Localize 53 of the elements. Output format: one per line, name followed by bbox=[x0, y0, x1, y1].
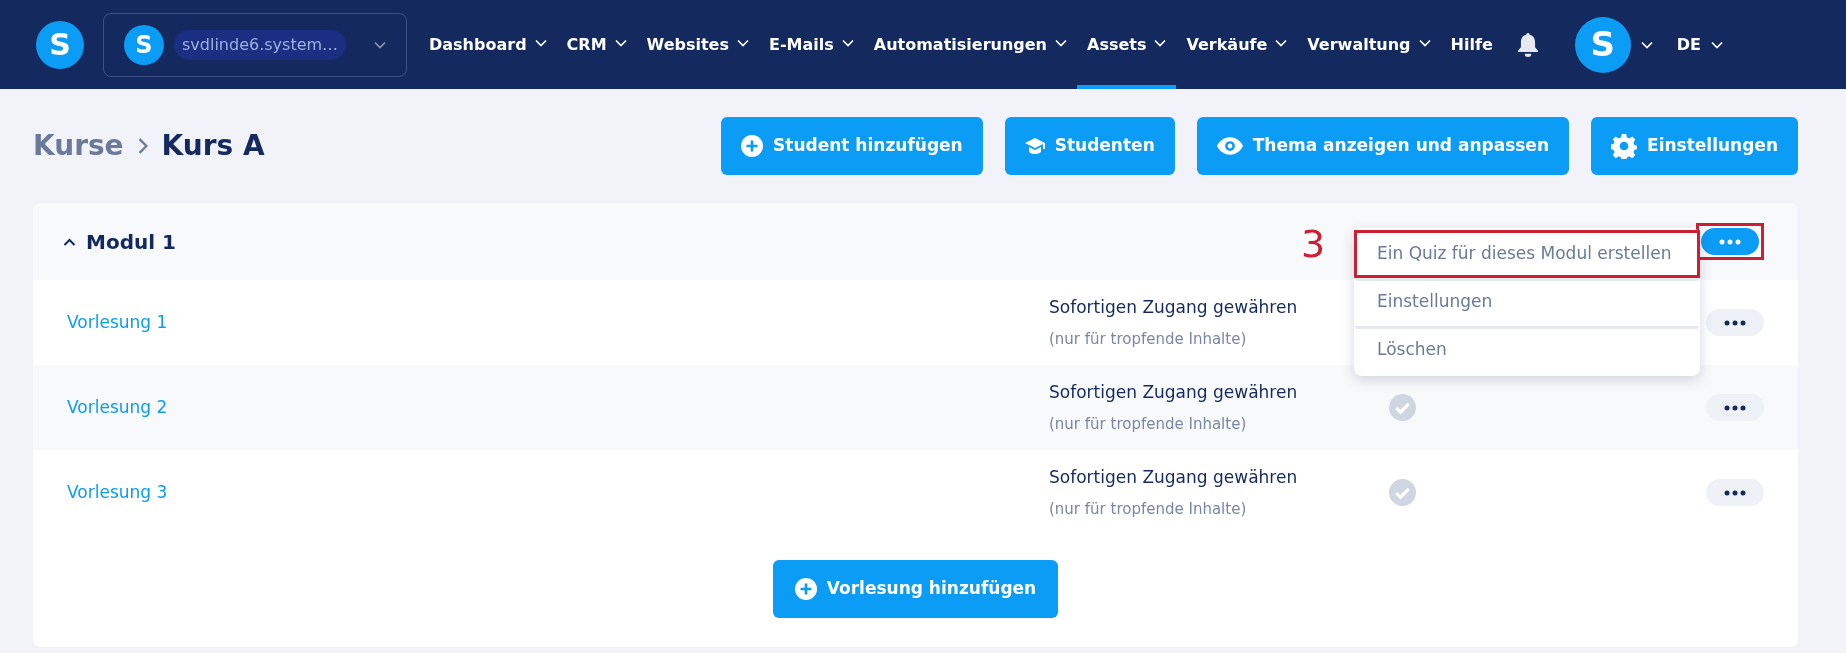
chevron-right-icon bbox=[137, 138, 148, 154]
access-note: (nur für tropfende Inhalte) bbox=[1049, 499, 1248, 520]
chevron-down-icon bbox=[374, 40, 386, 49]
chevron-down-icon bbox=[1640, 40, 1653, 49]
access-note: (nur für tropfende Inhalte) bbox=[1049, 414, 1248, 435]
settings-icon bbox=[1611, 133, 1637, 159]
lecture-link[interactable]: Vorlesung 2 bbox=[67, 394, 1049, 421]
menu-item[interactable]: Löschen bbox=[1354, 326, 1700, 374]
nav-menu-item[interactable]: Verkäufe bbox=[1176, 0, 1298, 89]
nav-menu-item[interactable]: Dashboard bbox=[419, 0, 557, 89]
eye-icon bbox=[1216, 137, 1243, 155]
nav-menu-item[interactable]: Automatisierungen bbox=[863, 0, 1077, 89]
workspace-selector[interactable]: S svdlinde6.system… bbox=[103, 12, 407, 77]
module-toggle[interactable]: Modul 1 bbox=[63, 226, 176, 257]
more-icon bbox=[1724, 319, 1746, 326]
logo[interactable]: S bbox=[36, 20, 84, 69]
user-avatar[interactable]: S bbox=[1574, 16, 1631, 73]
more-icon bbox=[1724, 404, 1746, 411]
row-menu-button[interactable] bbox=[1706, 394, 1764, 421]
chevron-down-icon bbox=[1710, 40, 1723, 49]
nav-menu-item[interactable]: CRM bbox=[556, 0, 637, 89]
graduation-cap-icon bbox=[1024, 136, 1045, 156]
plus-circle-icon bbox=[794, 578, 817, 600]
step-marker: 3 bbox=[1301, 225, 1326, 263]
more-icon bbox=[1719, 238, 1741, 245]
add-lecture-button[interactable]: Vorlesung hinzufügen bbox=[772, 560, 1059, 618]
action-button[interactable]: Thema anzeigen und anpassen bbox=[1196, 117, 1569, 175]
row-menu-button[interactable] bbox=[1706, 479, 1764, 506]
nav-menu-item[interactable]: Assets bbox=[1077, 0, 1177, 89]
workspace-name: svdlinde6.system… bbox=[174, 29, 347, 60]
check-circle-icon[interactable] bbox=[1389, 479, 1416, 506]
access-label: Sofortigen Zugang gewähren bbox=[1049, 380, 1299, 404]
row-menu-button[interactable] bbox=[1706, 309, 1764, 336]
menu-item[interactable]: Ein Quiz für dieses Modul erstellen bbox=[1354, 230, 1700, 278]
menu-item[interactable]: Einstellungen bbox=[1354, 278, 1700, 326]
nav-menu-item[interactable]: Verwaltung bbox=[1297, 0, 1441, 89]
plus-circle-icon bbox=[741, 135, 764, 157]
language-selector[interactable]: DE bbox=[1676, 32, 1723, 57]
breadcrumb-link[interactable]: Kurse bbox=[33, 125, 124, 167]
action-button[interactable]: Studenten bbox=[1004, 117, 1175, 175]
notification-bell-icon[interactable] bbox=[1516, 32, 1539, 57]
action-button[interactable]: Einstellungen bbox=[1591, 117, 1798, 175]
page-title: Kurs A bbox=[161, 128, 265, 164]
lecture-link[interactable]: Vorlesung 3 bbox=[67, 479, 1049, 506]
check-circle-icon[interactable] bbox=[1389, 394, 1416, 421]
action-button[interactable]: Student hinzufügen bbox=[721, 117, 983, 175]
nav-menu-item[interactable]: E-Mails bbox=[759, 0, 864, 89]
workspace-avatar: S bbox=[124, 24, 164, 65]
access-label: Sofortigen Zugang gewähren bbox=[1049, 465, 1299, 489]
nav-menu-item[interactable]: Websites bbox=[636, 0, 759, 89]
nav-menu-item[interactable]: Hilfe bbox=[1440, 0, 1503, 89]
lecture-link[interactable]: Vorlesung 1 bbox=[67, 309, 1049, 336]
more-icon bbox=[1724, 489, 1746, 496]
